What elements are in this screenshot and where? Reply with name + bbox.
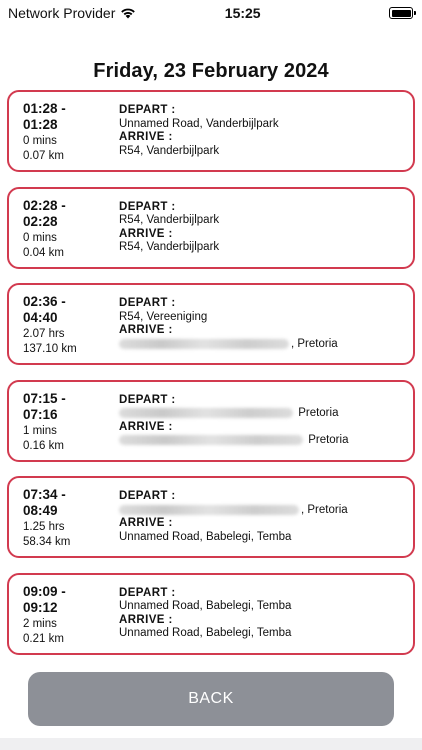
status-time: 15:25	[224, 5, 261, 21]
arrive-address: Unnamed Road, Babelegi, Temba	[119, 530, 292, 543]
back-button[interactable]: BACK	[28, 672, 394, 726]
trip-start-time: 07:15 -	[23, 390, 66, 406]
trip-duration: 1 mins	[23, 424, 57, 437]
trip-duration: 2 mins	[23, 617, 57, 630]
trip-start-time: 09:09 -	[23, 583, 66, 599]
depart-address: Pretoria	[295, 407, 339, 420]
depart-label: DEPART :	[119, 200, 176, 213]
trip-distance: 0.21 km	[23, 632, 64, 645]
wifi-icon	[121, 8, 136, 19]
redacted-address	[119, 338, 289, 349]
arrive-label: ARRIVE :	[119, 324, 173, 337]
trip-list: 01:28 - 01:28 0 mins 0.07 km DEPART : Un…	[7, 90, 415, 670]
trip-duration: 2.07 hrs	[23, 328, 65, 341]
arrive-address-row: , Pretoria	[119, 338, 405, 352]
arrive-address: Pretoria	[305, 434, 349, 447]
status-bar: Network Provider 15:25	[0, 0, 422, 26]
depart-address-row: , Pretoria	[119, 504, 405, 518]
trip-start-time: 02:28 -	[23, 197, 66, 213]
arrive-label: ARRIVE :	[119, 131, 173, 143]
trip-card[interactable]: 09:09 - 09:12 2 mins 0.21 km DEPART : Un…	[7, 572, 415, 655]
arrive-address: Unnamed Road, Babelegi, Temba	[119, 627, 292, 640]
arrive-address-row: Pretoria	[119, 434, 405, 448]
bottom-bar	[0, 738, 422, 750]
trip-start-time: 07:34 -	[23, 487, 66, 503]
trip-end-time: 09:12	[23, 599, 58, 615]
arrive-address: R54, Vanderbijlpark	[119, 241, 220, 254]
arrive-label: ARRIVE :	[119, 420, 173, 433]
depart-label: DEPART :	[119, 586, 176, 599]
trip-start-time: 01:28 -	[23, 101, 66, 116]
trip-distance: 0.16 km	[23, 439, 64, 452]
depart-address: Unnamed Road, Babelegi, Temba	[119, 600, 292, 613]
depart-address: R54, Vanderbijlpark	[119, 214, 220, 227]
arrive-label: ARRIVE :	[119, 613, 173, 626]
trip-start-time: 02:36 -	[23, 294, 66, 310]
trip-distance: 0.07 km	[23, 150, 64, 162]
depart-label: DEPART :	[119, 393, 176, 406]
trip-card[interactable]: 02:28 - 02:28 0 mins 0.04 km DEPART : R5…	[7, 186, 415, 269]
trip-end-time: 08:49	[23, 503, 58, 519]
redacted-address	[119, 504, 299, 515]
trip-end-time: 04:40	[23, 310, 58, 326]
depart-address: R54, Vereeniging	[119, 310, 208, 323]
trip-end-time: 01:28	[23, 117, 58, 132]
trip-card[interactable]: 07:15 - 07:16 1 mins 0.16 km DEPART : Pr…	[7, 379, 415, 462]
trip-distance: 0.04 km	[23, 246, 64, 259]
battery-icon	[389, 7, 416, 19]
page-title: Friday, 23 February 2024	[93, 60, 329, 82]
depart-label: DEPART :	[119, 104, 176, 116]
carrier-label: Network Provider	[8, 5, 116, 21]
redacted-address	[119, 408, 293, 419]
trip-card[interactable]: 02:36 - 04:40 2.07 hrs 137.10 km DEPART …	[7, 283, 415, 366]
trip-card[interactable]: 07:34 - 08:49 1.25 hrs 58.34 km DEPART :…	[7, 476, 415, 559]
depart-label: DEPART :	[119, 490, 176, 503]
depart-address-row: Pretoria	[119, 407, 405, 421]
trip-duration: 0 mins	[23, 231, 57, 244]
depart-label: DEPART :	[119, 297, 176, 310]
trip-duration: 0 mins	[23, 135, 57, 147]
trip-distance: 58.34 km	[23, 536, 71, 549]
trip-end-time: 07:16	[23, 406, 58, 422]
trip-end-time: 02:28	[23, 213, 58, 229]
arrive-address: R54, Vanderbijlpark	[119, 144, 220, 157]
trip-duration: 1.25 hrs	[23, 521, 65, 534]
arrive-address: , Pretoria	[291, 337, 338, 350]
status-left: Network Provider	[8, 5, 136, 21]
trip-distance: 137.10 km	[23, 343, 77, 356]
depart-address: Unnamed Road, Vanderbijlpark	[119, 117, 279, 130]
trip-card[interactable]: 01:28 - 01:28 0 mins 0.07 km DEPART : Un…	[7, 90, 415, 172]
arrive-label: ARRIVE :	[119, 517, 173, 530]
depart-address: , Pretoria	[301, 503, 348, 516]
redacted-address	[119, 435, 303, 446]
arrive-label: ARRIVE :	[119, 227, 173, 240]
